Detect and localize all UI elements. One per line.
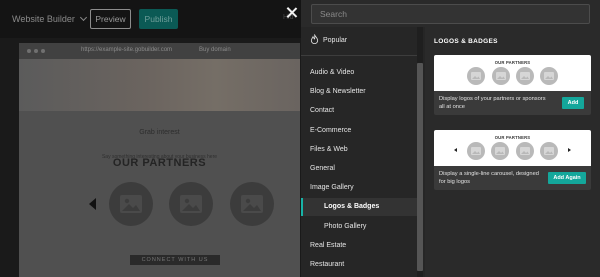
category-general[interactable]: General <box>301 160 417 178</box>
image-placeholder-icon <box>120 195 142 213</box>
category-restaurant[interactable]: Restaurant <box>301 256 417 274</box>
partners-heading: OUR PARTNERS <box>112 157 207 169</box>
card-footer: Display logos of your partners or sponso… <box>434 91 591 115</box>
section-title: LOGOS & BADGES <box>434 38 498 45</box>
site-url: https://example-site.gobuilder.com <box>81 47 173 53</box>
category-contact[interactable]: Contact <box>301 102 417 120</box>
window-dot <box>27 49 31 53</box>
search-input[interactable] <box>311 4 590 24</box>
category-label: Popular <box>323 37 348 44</box>
element-card-logo-grid[interactable]: OUR PARTNERS Display logos of your partn… <box>434 55 591 115</box>
category-blog-newsletter[interactable]: Blog & Newsletter <box>301 83 417 101</box>
connect-bar: CONNECT WITH US <box>130 255 220 265</box>
image-placeholder-icon <box>471 72 481 80</box>
logo-placeholder <box>491 142 509 160</box>
category-ecommerce[interactable]: E-Commerce <box>301 122 417 140</box>
publish-button[interactable]: Publish <box>139 9 178 29</box>
image-placeholder-icon <box>496 72 506 80</box>
card-preview: OUR PARTNERS <box>434 55 591 91</box>
hero-image <box>19 59 300 111</box>
hero-title: Grab interest <box>139 129 180 136</box>
image-placeholder-icon <box>544 147 554 155</box>
category-image-gallery[interactable]: Image Gallery <box>301 179 417 197</box>
partner-logo <box>230 182 274 226</box>
logo-placeholder <box>540 67 558 85</box>
window-dot <box>34 49 38 53</box>
category-files-web[interactable]: Files & Web <box>301 141 417 159</box>
logo-placeholder <box>516 67 534 85</box>
buy-domain-link[interactable]: Buy domain <box>199 47 231 53</box>
element-picker-panel: Popular Audio & Video Blog & Newsletter … <box>301 0 600 277</box>
add-again-button[interactable]: Add Again <box>548 172 586 184</box>
elements-pane: LOGOS & BADGES OUR PARTNERS Display logo… <box>425 27 600 277</box>
window-dot <box>41 49 45 53</box>
card-footer: Display a single-line carousel, designed… <box>434 166 591 190</box>
site-canvas: https://example-site.gobuilder.com Buy d… <box>19 43 300 277</box>
scrollbar-thumb[interactable] <box>417 63 423 271</box>
card-preview: OUR PARTNERS <box>434 130 591 166</box>
chevron-down-icon <box>79 13 87 22</box>
card-description: Display a single-line carousel, designed… <box>439 171 539 185</box>
address-bar: https://example-site.gobuilder.com Buy d… <box>19 43 300 59</box>
image-placeholder-icon <box>495 147 505 155</box>
carousel-next-icon <box>568 148 571 152</box>
site-name: Website Builder <box>12 14 75 24</box>
add-button[interactable]: Add <box>562 97 584 109</box>
close-icon[interactable] <box>285 6 299 20</box>
logo-placeholder <box>516 142 534 160</box>
image-placeholder-icon <box>520 72 530 80</box>
divider <box>301 55 417 56</box>
partner-logo <box>109 182 153 226</box>
site-switcher[interactable]: Website Builder <box>12 13 87 24</box>
carousel-prev-icon <box>454 148 457 152</box>
carousel-prev-icon <box>89 198 96 210</box>
image-placeholder-icon <box>180 195 202 213</box>
image-placeholder-icon <box>544 72 554 80</box>
element-card-logo-carousel[interactable]: OUR PARTNERS Display a single-line carou… <box>434 130 591 190</box>
image-placeholder-icon <box>520 147 530 155</box>
partner-logo <box>169 182 213 226</box>
category-list: Popular Audio & Video Blog & Newsletter … <box>301 27 425 277</box>
logo-placeholder <box>540 142 558 160</box>
image-placeholder-icon <box>241 195 263 213</box>
category-logos-badges[interactable]: Logos & Badges <box>301 198 417 216</box>
card-description: Display logos of your partners or sponso… <box>439 96 546 110</box>
category-photo-gallery[interactable]: Photo Gallery <box>301 218 417 236</box>
preview-button[interactable]: Preview <box>90 9 131 29</box>
category-popular[interactable]: Popular <box>301 29 417 53</box>
image-placeholder-icon <box>471 147 481 155</box>
flame-icon <box>310 34 319 45</box>
logo-placeholder <box>492 67 510 85</box>
logo-placeholder <box>467 142 485 160</box>
preview-title: OUR PARTNERS <box>494 60 531 65</box>
category-audio-video[interactable]: Audio & Video <box>301 64 417 82</box>
logo-placeholder <box>467 67 485 85</box>
category-real-estate[interactable]: Real Estate <box>301 237 417 255</box>
preview-title: OUR PARTNERS <box>494 135 531 140</box>
